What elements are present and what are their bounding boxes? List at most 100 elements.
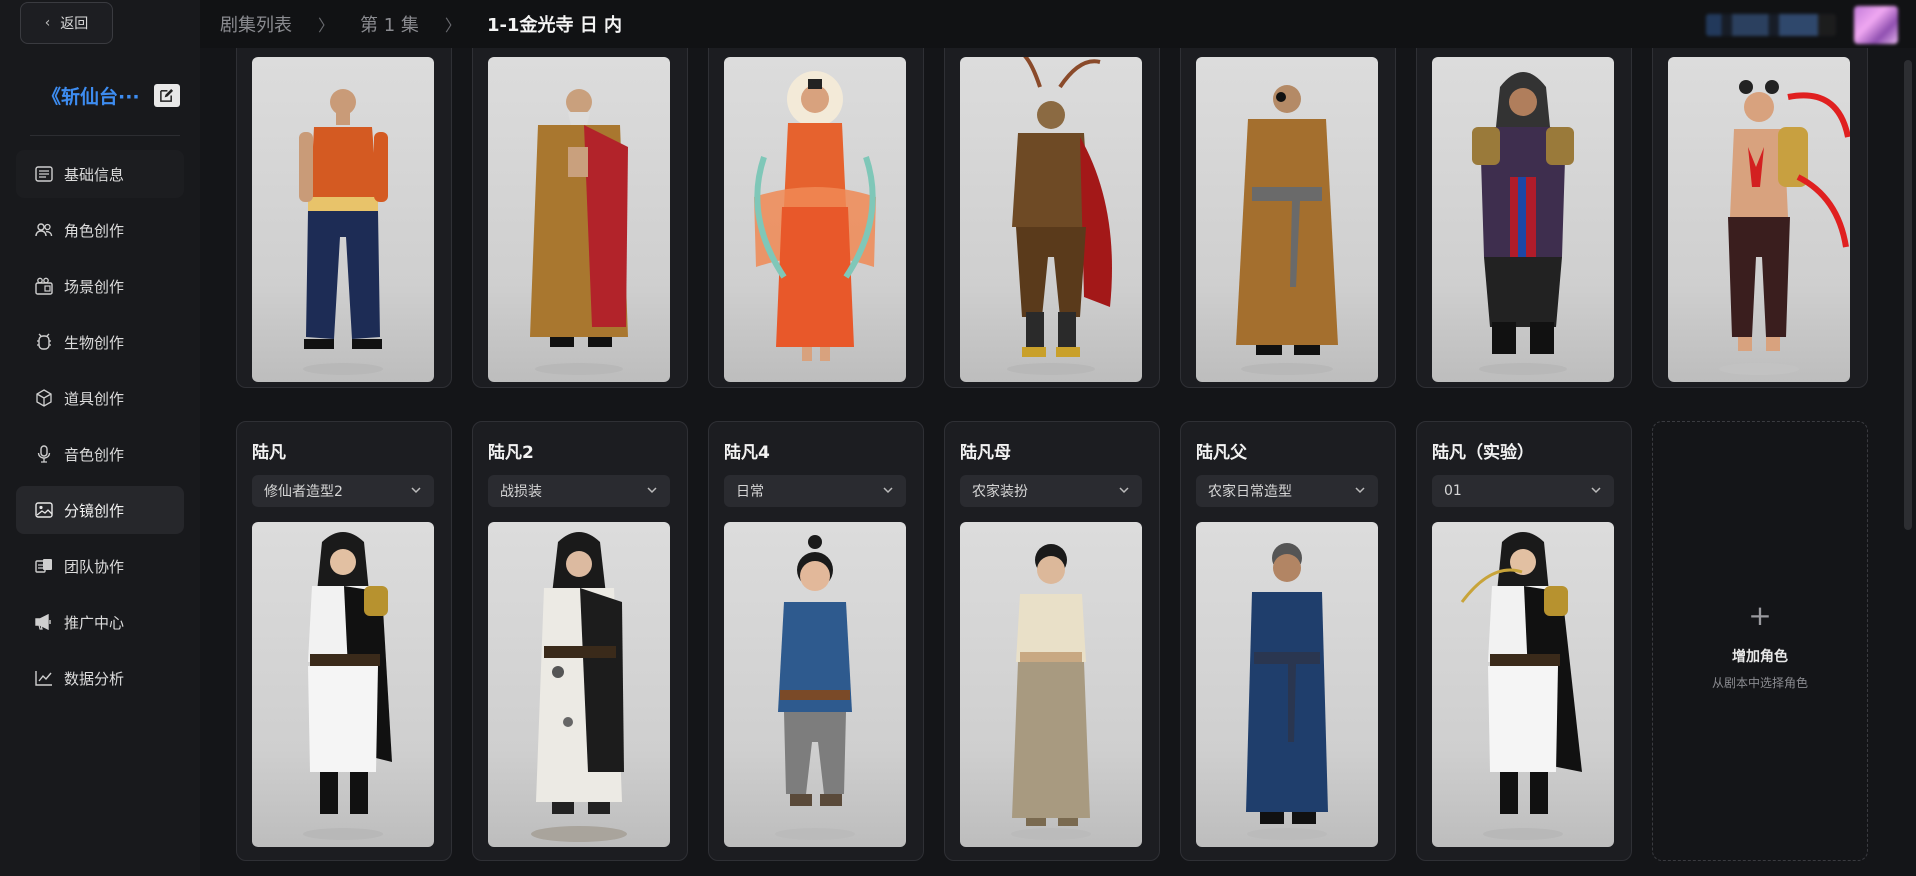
- character-card[interactable]: 陆凡2 战损装: [472, 421, 688, 861]
- character-portrait[interactable]: [724, 57, 906, 382]
- sidebar-divider: [30, 135, 180, 136]
- character-card[interactable]: [708, 48, 924, 388]
- outfit-select[interactable]: 战损装: [488, 475, 670, 507]
- sidebar-item-creature[interactable]: 生物创作: [16, 318, 184, 366]
- vertical-scrollbar[interactable]: [1904, 60, 1912, 530]
- sidebar-item-character[interactable]: 角色创作: [16, 206, 184, 254]
- edit-project-button[interactable]: [153, 83, 180, 107]
- project-header: 《斩仙台···: [42, 80, 182, 110]
- creature-icon: [34, 332, 54, 352]
- sidebar-item-label: 基础信息: [64, 165, 125, 184]
- scene-icon: [34, 276, 54, 296]
- cube-icon: [34, 388, 54, 408]
- add-character-subtitle: 从剧本中选择角色: [1711, 675, 1808, 690]
- character-card[interactable]: [1652, 48, 1868, 388]
- avatar[interactable]: [1854, 6, 1898, 44]
- user-area[interactable]: [1706, 6, 1898, 44]
- sidebar-item-voice[interactable]: 音色创作: [16, 430, 184, 478]
- character-portrait[interactable]: [1196, 57, 1378, 382]
- outfit-select-value: 日常: [736, 484, 764, 500]
- sidebar-item-promotion[interactable]: 推广中心: [16, 598, 184, 646]
- character-portrait[interactable]: [960, 57, 1142, 382]
- sidebar-item-analytics[interactable]: 数据分析: [16, 654, 184, 702]
- outfit-select[interactable]: 农家日常造型: [1196, 475, 1378, 507]
- list-icon: [34, 164, 54, 184]
- outfit-select-value: 战损装: [500, 484, 542, 500]
- chevron-down-icon: [647, 487, 657, 494]
- outfit-select-value: 农家装扮: [972, 484, 1028, 500]
- team-icon: [34, 556, 54, 576]
- back-button[interactable]: ‹ 返回: [20, 2, 113, 44]
- breadcrumb-current-scene: 1-1金光寺 日 内: [486, 15, 622, 36]
- sidebar-item-label: 推广中心: [64, 613, 125, 632]
- sidebar-item-label: 数据分析: [64, 669, 125, 688]
- add-character-title: 增加角色: [1732, 648, 1788, 665]
- character-card[interactable]: 陆凡4 日常: [708, 421, 924, 861]
- sidebar-item-label: 分镜创作: [64, 501, 125, 520]
- character-portrait[interactable]: [252, 522, 434, 847]
- chart-icon: [34, 668, 54, 688]
- chevron-down-icon: [1355, 487, 1365, 494]
- project-title: 《斩仙台···: [42, 85, 140, 108]
- sidebar-item-prop[interactable]: 道具创作: [16, 374, 184, 422]
- character-card[interactable]: [944, 48, 1160, 388]
- sidebar-item-scene[interactable]: 场景创作: [16, 262, 184, 310]
- megaphone-icon: [34, 612, 54, 632]
- user-name-blurred: [1706, 14, 1836, 36]
- outfit-select[interactable]: 01: [1432, 475, 1614, 507]
- breadcrumb-episode[interactable]: 第 1 集: [360, 11, 419, 37]
- sidebar-item-label: 团队协作: [64, 557, 125, 576]
- character-portrait[interactable]: [1432, 57, 1614, 382]
- character-portrait[interactable]: [960, 522, 1142, 847]
- chevron-down-icon: [1591, 487, 1601, 494]
- outfit-select-value: 农家日常造型: [1208, 484, 1292, 500]
- character-card[interactable]: 陆凡父 农家日常造型: [1180, 421, 1396, 861]
- character-name: 陆凡2: [488, 443, 534, 463]
- outfit-select[interactable]: 日常: [724, 475, 906, 507]
- mic-icon: [34, 444, 54, 464]
- character-name: 陆凡4: [724, 443, 770, 463]
- sidebar-item-label: 角色创作: [64, 221, 125, 240]
- sidebar-item-team[interactable]: 团队协作: [16, 542, 184, 590]
- character-portrait[interactable]: [1196, 522, 1378, 847]
- character-name: 陆凡（实验）: [1432, 443, 1534, 463]
- breadcrumb-episode-list[interactable]: 剧集列表: [220, 11, 292, 37]
- character-portrait[interactable]: [1668, 57, 1850, 382]
- sidebar-item-basic-info[interactable]: 基础信息: [16, 150, 184, 198]
- sidebar-item-storyboard[interactable]: 分镜创作: [16, 486, 184, 534]
- edit-icon: [160, 88, 174, 102]
- sidebar-nav: 基础信息 角色创作 场景创作 生物创作 道具创作 音色创作 分镜创作 团队协作 …: [16, 150, 184, 710]
- back-label: 返回: [60, 16, 89, 32]
- character-card[interactable]: [472, 48, 688, 388]
- character-name: 陆凡母: [960, 443, 1011, 463]
- sidebar-item-label: 场景创作: [64, 277, 125, 296]
- chevron-down-icon: [411, 487, 421, 494]
- breadcrumb: 剧集列表 〉 第 1 集 〉 1-1金光寺 日 内: [220, 0, 622, 48]
- outfit-select[interactable]: 修仙者造型2: [252, 475, 434, 507]
- character-card[interactable]: [1180, 48, 1396, 388]
- character-card[interactable]: [1416, 48, 1632, 388]
- character-card[interactable]: 陆凡（实验） 01: [1416, 421, 1632, 861]
- app-root: ‹ 返回 《斩仙台··· 基础信息 角色创作 场景创作 生物创作 道具创作 音色…: [0, 0, 1916, 876]
- character-portrait[interactable]: [488, 522, 670, 847]
- character-card[interactable]: 陆凡 修仙者造型2: [236, 421, 452, 861]
- character-portrait[interactable]: [488, 57, 670, 382]
- outfit-select[interactable]: 农家装扮: [960, 475, 1142, 507]
- chevron-down-icon: [883, 487, 893, 494]
- character-portrait[interactable]: [252, 57, 434, 382]
- chevron-right-icon: 〉: [444, 16, 461, 35]
- users-icon: [34, 220, 54, 240]
- plus-icon: +: [1748, 598, 1772, 632]
- character-card[interactable]: 陆凡母 农家装扮: [944, 421, 1160, 861]
- character-grid: 陆凡 修仙者造型2 陆凡2 战损装 陆凡4 日常 陆凡母 农家装扮 陆凡父 农家…: [222, 48, 1888, 876]
- add-character-card[interactable]: + 增加角色 从剧本中选择角色: [1652, 421, 1868, 861]
- image-icon: [34, 500, 54, 520]
- character-portrait[interactable]: [1432, 522, 1614, 847]
- character-card[interactable]: [236, 48, 452, 388]
- sidebar-item-label: 道具创作: [64, 389, 125, 408]
- sidebar: ‹ 返回 《斩仙台··· 基础信息 角色创作 场景创作 生物创作 道具创作 音色…: [0, 0, 200, 876]
- character-portrait[interactable]: [724, 522, 906, 847]
- sidebar-item-label: 音色创作: [64, 445, 125, 464]
- character-name: 陆凡父: [1196, 443, 1247, 463]
- chevron-left-icon: ‹: [44, 15, 51, 31]
